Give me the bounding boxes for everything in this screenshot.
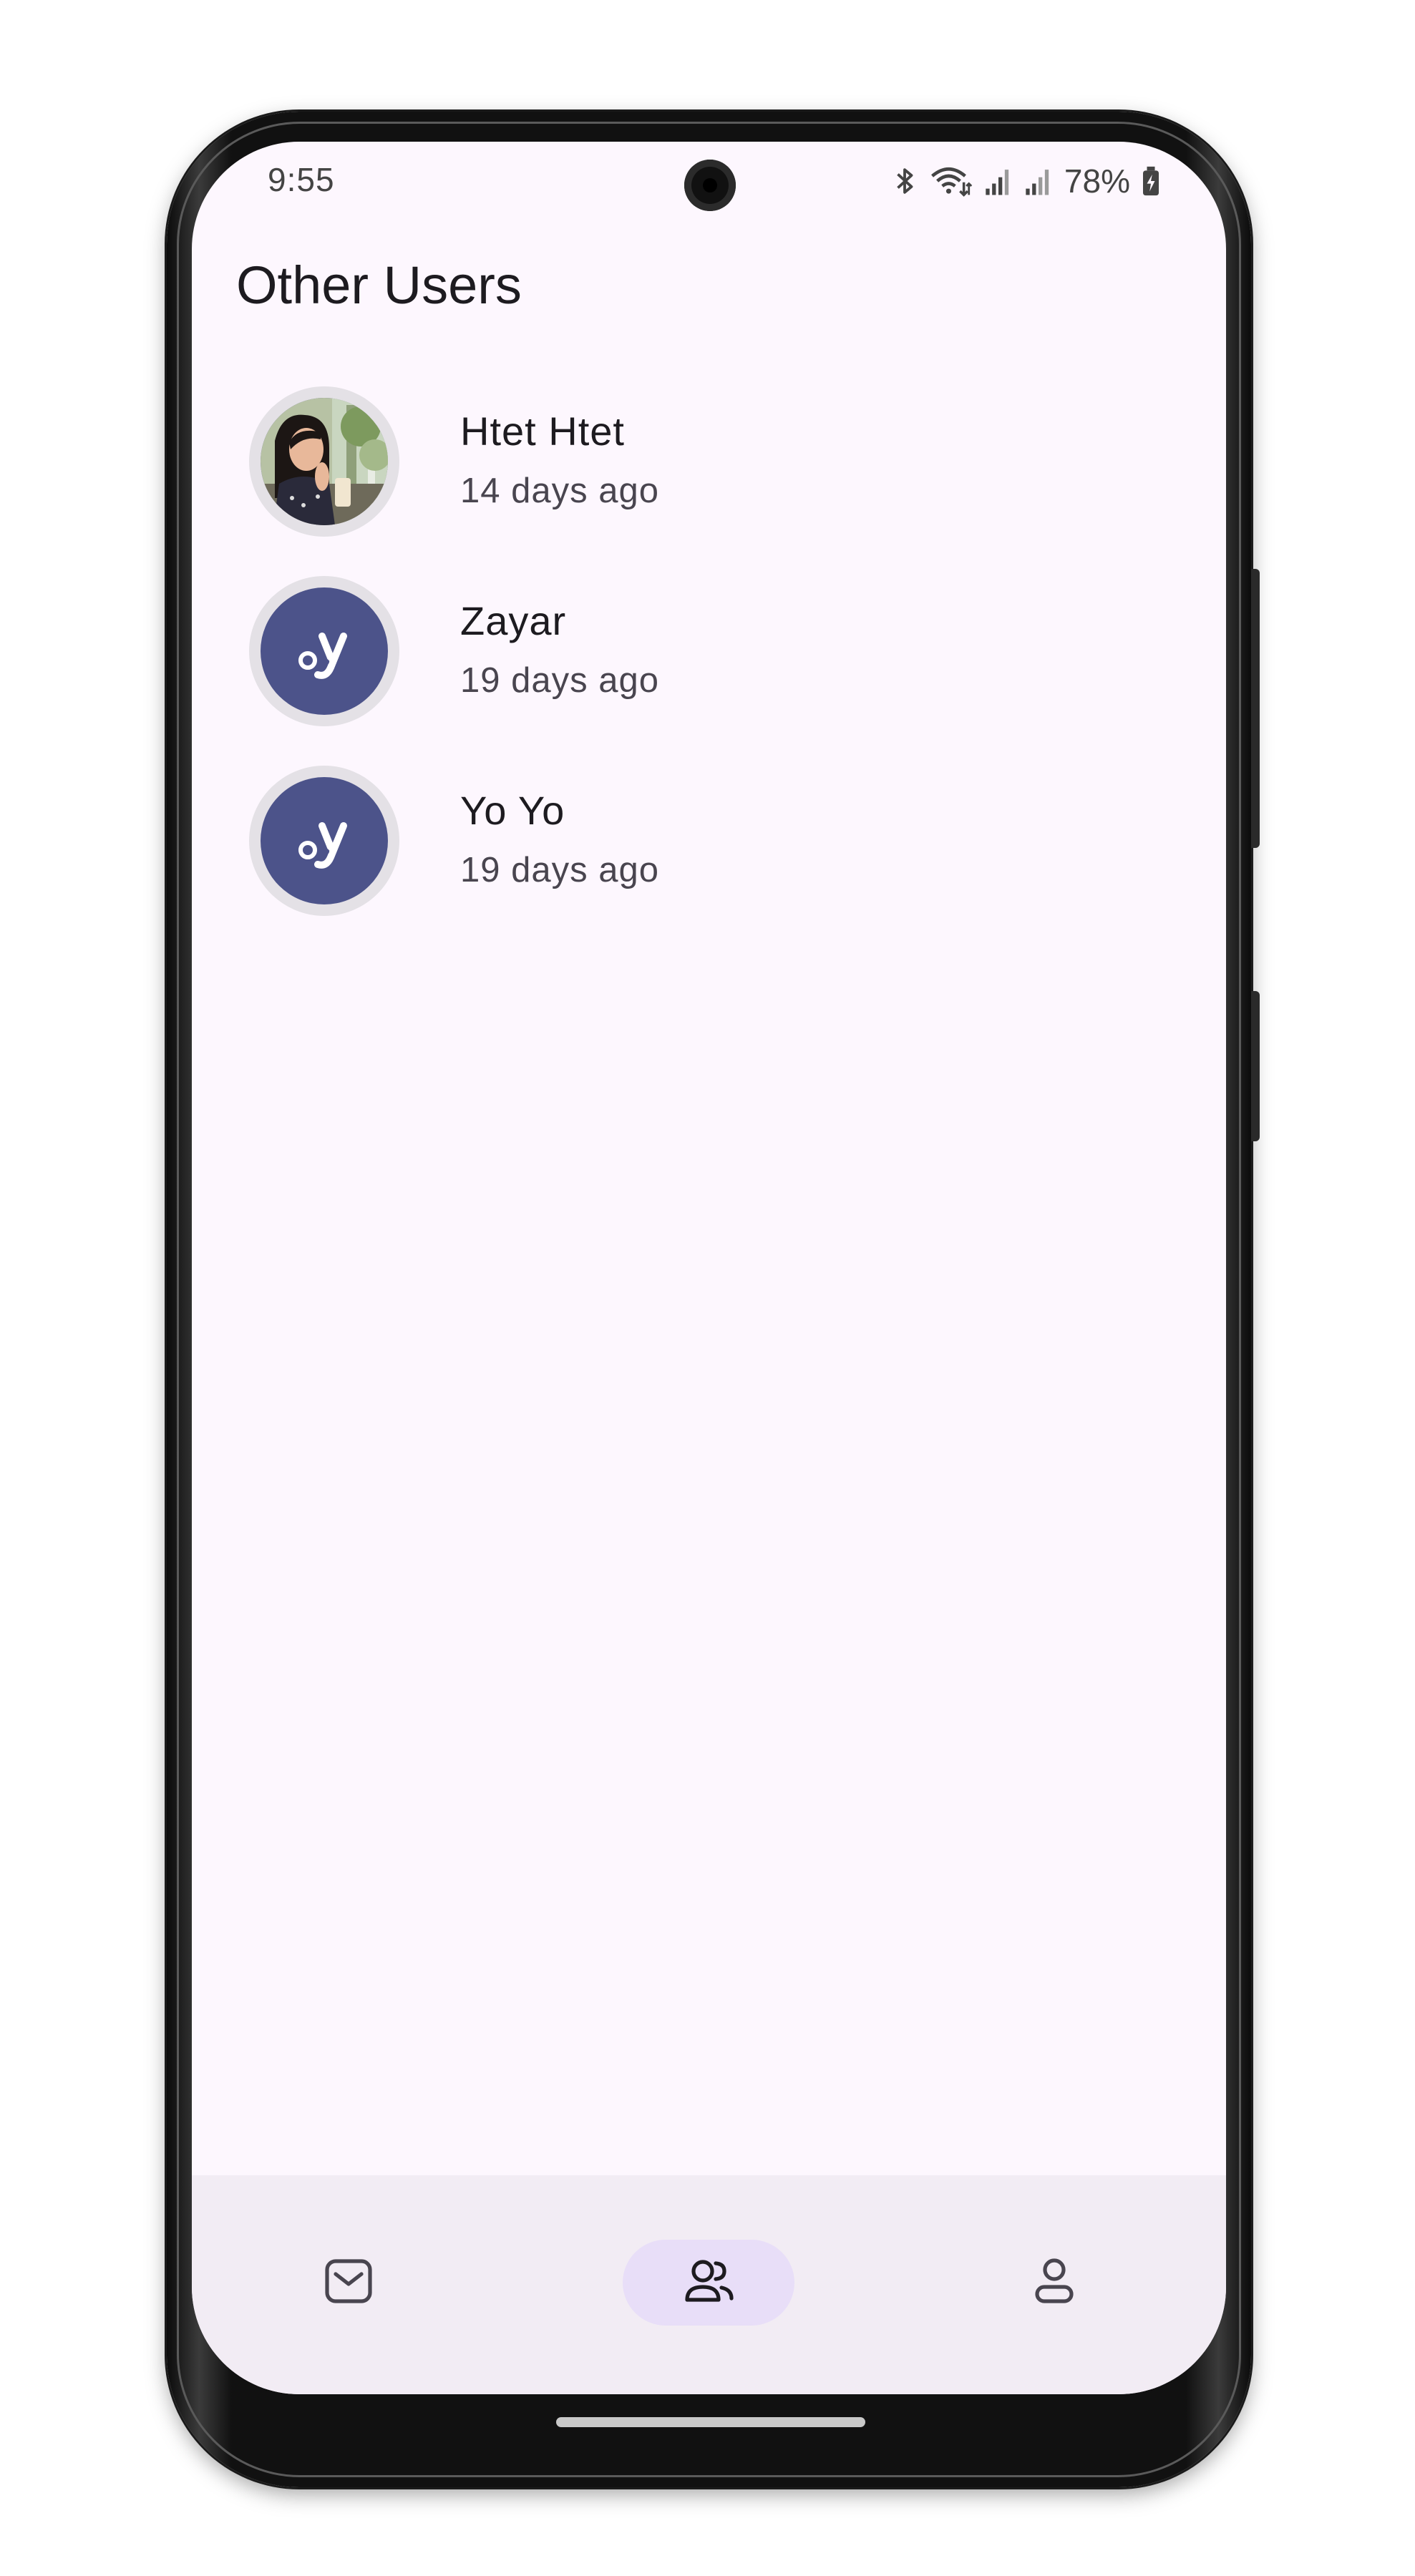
- avatar: [249, 576, 399, 726]
- avatar: [249, 766, 399, 916]
- front-camera: [684, 160, 736, 211]
- power-button: [1251, 991, 1260, 1141]
- battery-percent: 78%: [1064, 162, 1130, 200]
- last-seen: 19 days ago: [460, 851, 659, 889]
- avatar: [249, 386, 399, 537]
- page-title: Other Users: [236, 255, 522, 315]
- users-icon: [680, 2253, 737, 2313]
- bluetooth-icon: [891, 165, 918, 197]
- nav-profile[interactable]: [968, 2240, 1140, 2326]
- last-seen: 14 days ago: [460, 472, 659, 510]
- nav-messages[interactable]: [263, 2240, 434, 2326]
- oy-logo-icon: [261, 587, 388, 715]
- user-list-item[interactable]: Htet Htet 14 days ago: [249, 386, 1180, 544]
- screen: 9:55 78% Other Users Htet Htet 14 days a…: [192, 142, 1226, 2394]
- status-time: 9:55: [268, 161, 335, 198]
- last-seen: 19 days ago: [460, 661, 659, 700]
- oy-logo-icon: [261, 777, 388, 904]
- user-list-item[interactable]: Yo Yo 19 days ago: [249, 766, 1180, 923]
- wifi-icon: [930, 165, 973, 197]
- user-name: Htet Htet: [460, 409, 625, 454]
- user-name: Zayar: [460, 598, 567, 643]
- avatar-photo: [261, 398, 388, 525]
- status-icons: 78%: [891, 162, 1160, 200]
- battery-charging-icon: [1142, 165, 1160, 197]
- user-list-item[interactable]: Zayar 19 days ago: [249, 576, 1180, 733]
- home-indicator[interactable]: [556, 2417, 865, 2427]
- volume-button: [1251, 569, 1260, 848]
- bottom-navigation: [192, 2175, 1226, 2394]
- mail-icon: [320, 2253, 377, 2313]
- signal-icon: [1024, 165, 1053, 197]
- person-icon: [1026, 2253, 1083, 2313]
- nav-users[interactable]: [623, 2240, 794, 2326]
- signal-icon: [984, 165, 1013, 197]
- user-name: Yo Yo: [460, 788, 565, 833]
